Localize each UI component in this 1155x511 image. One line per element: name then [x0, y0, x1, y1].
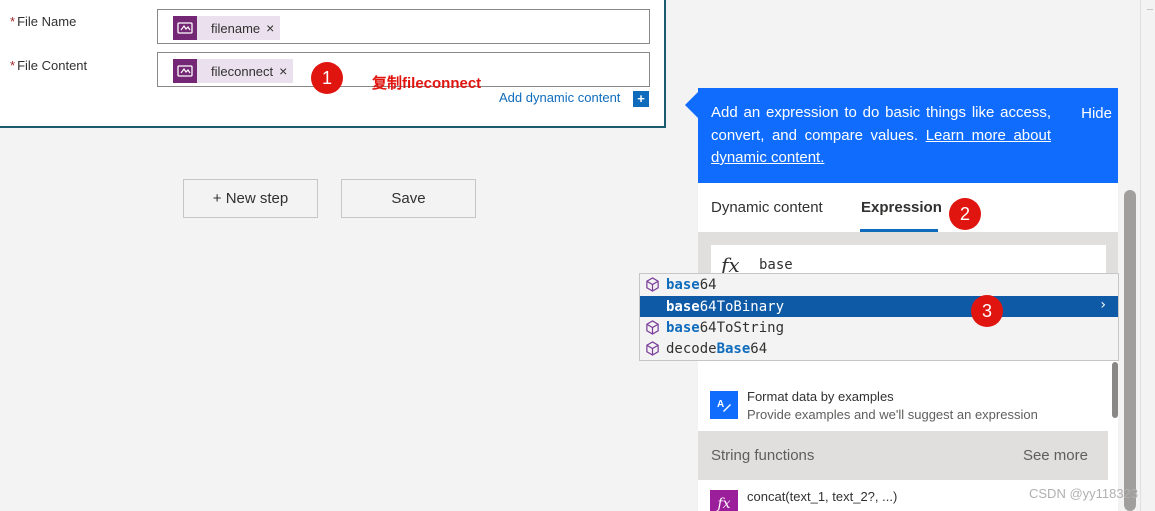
format-by-examples[interactable]: A Format data by examples Provide exampl… — [698, 379, 1118, 431]
panel-header: Add an expression to do basic things lik… — [698, 88, 1118, 183]
suggestion-base64tobinary[interactable]: base64ToBinary › — [640, 296, 1118, 317]
step-1-badge: 1 — [311, 62, 343, 94]
suggestion-base64[interactable]: base64 — [640, 274, 1118, 295]
tab-expression[interactable]: Expression — [861, 199, 942, 216]
hide-button[interactable]: Hide — [1081, 105, 1112, 122]
format-description: Provide examples and we'll suggest an ex… — [747, 407, 1038, 422]
watermark: CSDN @yy118323 — [1029, 486, 1139, 501]
panel-pointer — [685, 92, 698, 118]
file-content-label: * File Content — [10, 58, 87, 73]
fileconnect-token-label: fileconnect — [211, 63, 274, 79]
svg-text:A: A — [717, 399, 724, 410]
expression-area: fx base — [698, 232, 1118, 285]
collapse-dash — [1147, 9, 1153, 10]
string-functions-header: String functions See more — [698, 431, 1108, 480]
format-title: Format data by examples — [747, 389, 894, 404]
chevron-right-icon[interactable]: › — [1100, 297, 1106, 313]
tab-dynamic-content[interactable]: Dynamic content — [711, 199, 823, 216]
suggestion-text: base64ToBinary — [666, 298, 785, 315]
required-mark: * — [10, 58, 16, 73]
fileconnect-token[interactable]: fileconnect × — [173, 59, 294, 83]
string-functions-title: String functions — [711, 447, 815, 464]
function-cube-icon — [646, 299, 659, 314]
panel-header-text: Add an expression to do basic things lik… — [711, 102, 1051, 170]
see-more-link[interactable]: See more — [1023, 447, 1088, 464]
function-cube-icon — [646, 277, 659, 292]
suggestion-decodebase64[interactable]: decodeBase64 — [640, 338, 1118, 359]
panel-scrollbar[interactable] — [1112, 362, 1118, 418]
suggestion-text: base64 — [666, 276, 717, 293]
file-name-label: * File Name — [10, 14, 76, 29]
file-name-field[interactable]: filename × — [157, 9, 650, 44]
sharepoint-icon — [173, 59, 197, 83]
suggestion-text: decodeBase64 — [666, 340, 768, 357]
filename-token[interactable]: filename × — [173, 16, 281, 40]
page-scrollbar[interactable] — [1124, 190, 1136, 511]
required-mark: * — [10, 14, 16, 29]
expression-value: base — [759, 257, 793, 273]
divider — [1140, 0, 1141, 511]
file-content-label-text: File Content — [17, 58, 88, 73]
step-2-badge: 2 — [949, 198, 981, 230]
format-data-icon: A — [710, 391, 738, 419]
add-dynamic-content-link[interactable]: Add dynamic content — [499, 90, 620, 105]
remove-token-icon[interactable]: × — [277, 63, 293, 79]
function-cube-icon — [646, 341, 659, 356]
file-name-label-text: File Name — [17, 14, 77, 29]
save-button[interactable]: Save — [341, 179, 476, 218]
step-1-annotation: 复制fileconnect — [372, 75, 482, 92]
suggestion-base64tostring[interactable]: base64ToString — [640, 317, 1118, 338]
step-3-badge: 3 — [971, 295, 1003, 327]
function-cube-icon — [646, 320, 659, 335]
filename-token-label: filename — [211, 20, 261, 36]
add-dynamic-content-plus-icon[interactable]: + — [633, 91, 649, 107]
remove-token-icon[interactable]: × — [264, 20, 280, 36]
function-fx-icon: fx — [710, 490, 738, 511]
suggestion-text: base64ToString — [666, 319, 785, 336]
concat-title: concat(text_1, text_2?, ...) — [747, 489, 898, 504]
new-step-button[interactable]: + New step — [183, 179, 318, 218]
autocomplete-dropdown: base64 base64ToBinary › base64ToString d… — [639, 273, 1119, 361]
sharepoint-icon — [173, 16, 197, 40]
